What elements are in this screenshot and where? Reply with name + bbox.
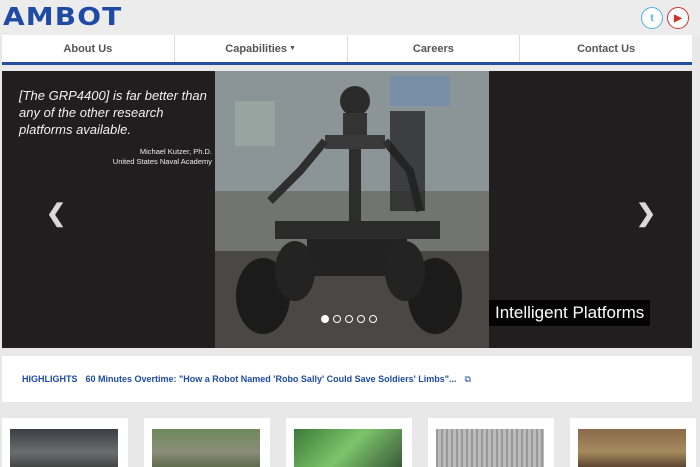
carousel-dot[interactable] bbox=[333, 315, 341, 323]
thumbnail-image bbox=[294, 429, 402, 467]
twitter-icon[interactable]: t bbox=[641, 7, 663, 29]
carousel-prev-icon[interactable]: ❮ bbox=[46, 199, 66, 228]
thumbnail-image bbox=[152, 429, 260, 467]
carousel-next-icon[interactable]: ❯ bbox=[636, 199, 656, 228]
youtube-icon[interactable]: ▶ bbox=[667, 7, 689, 29]
carousel-dot[interactable] bbox=[357, 315, 365, 323]
carousel-dot[interactable] bbox=[345, 315, 353, 323]
carousel-dot[interactable] bbox=[369, 315, 377, 323]
nav-about-us[interactable]: About Us bbox=[2, 35, 175, 62]
nav-careers[interactable]: Careers bbox=[348, 35, 521, 62]
hero-quote-author: Michael Kutzer, Ph.D. United States Nava… bbox=[112, 147, 212, 166]
capability-thumbnail[interactable] bbox=[428, 418, 554, 467]
capability-thumbnail[interactable] bbox=[286, 418, 412, 467]
capability-thumbnail[interactable] bbox=[2, 418, 128, 467]
highlights-bar: HIGHLIGHTS 60 Minutes Overtime: "How a R… bbox=[2, 356, 692, 402]
hero-quote: [The GRP4400] is far better than any of … bbox=[19, 88, 207, 137]
thumbnail-image bbox=[436, 429, 544, 467]
hero-carousel: [The GRP4400] is far better than any of … bbox=[2, 71, 692, 348]
highlights-link[interactable]: 60 Minutes Overtime: "How a Robot Named … bbox=[86, 374, 457, 384]
hero-caption: Intelligent Platforms bbox=[489, 300, 651, 326]
thumbnail-image bbox=[10, 429, 118, 467]
carousel-dots bbox=[321, 315, 377, 323]
top-bar: AMBOT t ▶ bbox=[0, 0, 700, 36]
capability-thumbnail[interactable] bbox=[144, 418, 270, 467]
highlights-label: HIGHLIGHTS bbox=[22, 374, 78, 384]
caret-down-icon: ▼ bbox=[289, 45, 296, 52]
main-nav: About Us Capabilities ▼ Careers Contact U… bbox=[2, 35, 692, 65]
thumbnail-image bbox=[578, 429, 686, 467]
external-link-icon[interactable]: ⧉ bbox=[465, 374, 471, 385]
carousel-dot[interactable] bbox=[321, 315, 329, 323]
capability-thumbnail[interactable] bbox=[570, 418, 696, 467]
hero-robot-photo bbox=[215, 71, 489, 348]
nav-capabilities[interactable]: Capabilities ▼ bbox=[175, 35, 348, 62]
nav-contact-us[interactable]: Contact Us bbox=[520, 35, 692, 62]
logo[interactable]: AMBOT bbox=[3, 3, 122, 31]
